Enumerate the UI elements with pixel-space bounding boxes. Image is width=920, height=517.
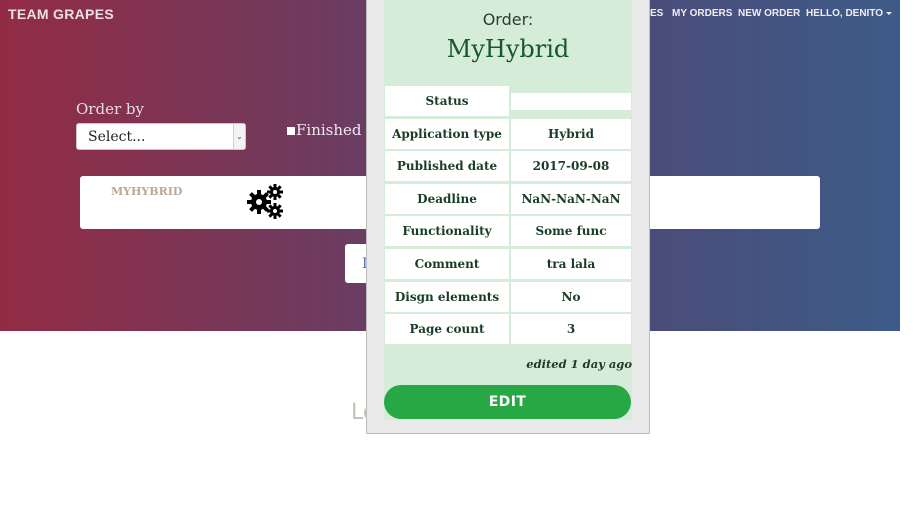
chevron-down-icon: ⌄ <box>233 124 245 149</box>
order-card-title: MYHYBRID <box>111 185 183 198</box>
table-row: Disgn elements No <box>385 281 632 315</box>
table-row: Functionality Some func <box>385 216 632 249</box>
order-details-panel: Order: MyHybrid Status Application type … <box>384 0 632 420</box>
order-by-select[interactable]: Select... ⌄ <box>76 123 246 150</box>
nav-item-partial[interactable]: ES <box>650 8 663 19</box>
row-value: 3 <box>511 314 631 346</box>
row-value <box>511 93 631 111</box>
row-label: Functionality <box>385 216 509 248</box>
order-by-selected: Select... <box>88 129 146 145</box>
gears-icon <box>247 184 283 219</box>
finished-label: Finished <box>296 121 362 139</box>
row-label: Published date <box>385 151 509 183</box>
nav-user-menu[interactable]: HELLO, DENITO <box>806 8 893 19</box>
row-value: 2017-09-08 <box>511 151 631 183</box>
row-label: Comment <box>385 248 509 280</box>
table-row: Page count 3 <box>385 314 632 347</box>
order-by-label: Order by <box>76 100 144 118</box>
nav-new-order[interactable]: NEW ORDER <box>738 8 800 19</box>
row-value: Some func <box>511 216 631 248</box>
row-value: Hybrid <box>511 118 631 150</box>
nav-my-orders[interactable]: MY ORDERS <box>672 8 732 19</box>
edit-button[interactable]: EDIT <box>384 385 631 419</box>
row-value: No <box>511 281 631 313</box>
edited-timestamp: edited 1 day ago <box>526 357 632 371</box>
row-label: Deadline <box>385 183 509 215</box>
table-row: Published date 2017-09-08 <box>385 151 632 184</box>
caret-down-icon <box>886 11 893 15</box>
order-details-modal: Order: MyHybrid Status Application type … <box>366 0 650 434</box>
row-label: Application type <box>385 118 509 150</box>
row-label: Page count <box>385 314 509 346</box>
row-value: tra lala <box>511 248 631 280</box>
table-row: Deadline NaN-NaN-NaN <box>385 183 632 217</box>
modal-heading: Order: <box>482 10 534 29</box>
table-row: Comment tra lala <box>385 248 632 282</box>
user-greeting: HELLO, DENITO <box>806 8 884 19</box>
row-value: NaN-NaN-NaN <box>511 183 631 215</box>
table-row: Application type Hybrid <box>385 118 632 152</box>
brand-logo[interactable]: TEAM GRAPES <box>8 6 114 22</box>
row-label: Disgn elements <box>385 281 509 313</box>
finished-checkbox[interactable] <box>287 127 295 135</box>
order-details-table: Status Application type Hybrid Published… <box>385 86 632 347</box>
order-name: MyHybrid <box>446 35 570 63</box>
table-row: Status <box>385 86 632 119</box>
row-label: Status <box>385 86 509 117</box>
